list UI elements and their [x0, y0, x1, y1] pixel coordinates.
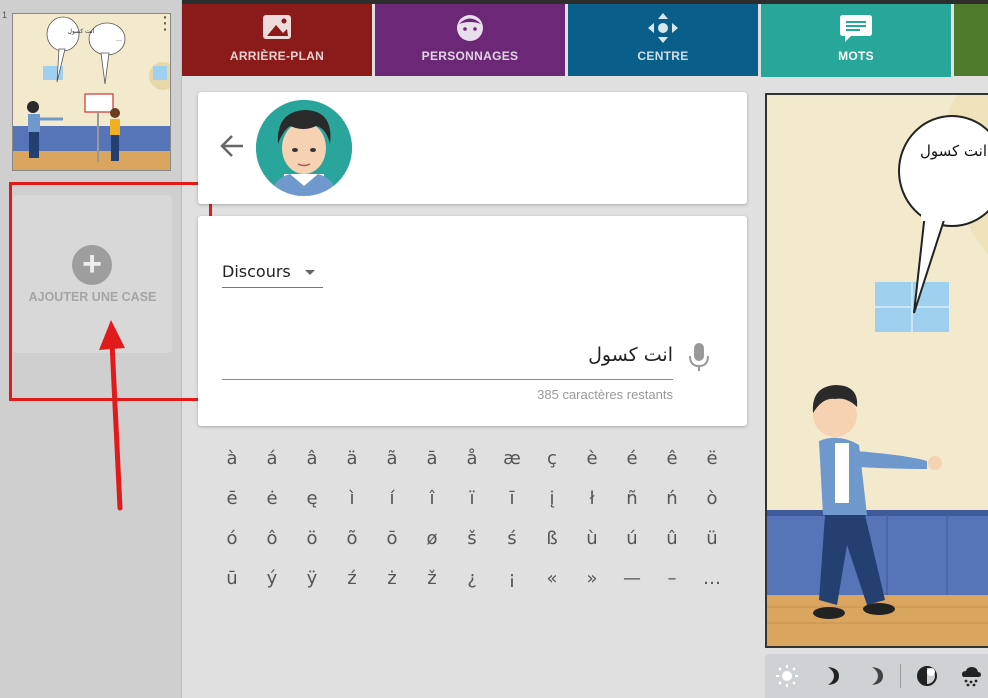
- tab-background[interactable]: ARRIÈRE-PLAN: [182, 4, 372, 76]
- speech-type-dropdown[interactable]: Discours: [222, 262, 323, 288]
- special-char-key[interactable]: ý: [252, 567, 292, 591]
- special-char-key[interactable]: ø: [412, 527, 452, 551]
- sun-icon[interactable]: [775, 664, 799, 688]
- caret-down-icon: [305, 270, 315, 275]
- special-char-key[interactable]: ï: [452, 487, 492, 511]
- tab-characters[interactable]: PERSONNAGES: [375, 4, 565, 76]
- tab-words-label: MOTS: [838, 49, 874, 63]
- special-char-key[interactable]: ś: [492, 527, 532, 551]
- panel-number: 1: [2, 10, 8, 20]
- character-card: [198, 92, 747, 204]
- thumbnail-scene: [13, 14, 170, 170]
- special-char-key[interactable]: ç: [532, 447, 572, 471]
- special-char-key[interactable]: ñ: [612, 487, 652, 511]
- special-char-key[interactable]: į: [532, 487, 572, 511]
- characters-remaining: 385 caractères restants: [537, 387, 673, 402]
- speech-text-input[interactable]: انت كسول: [222, 340, 673, 380]
- special-char-key[interactable]: ē: [212, 487, 252, 511]
- special-char-key[interactable]: ū: [212, 567, 252, 591]
- comic-speech-text[interactable]: انت كسول: [917, 139, 987, 163]
- comic-panel-canvas[interactable]: انت كسول: [765, 93, 988, 648]
- special-char-key[interactable]: ì: [332, 487, 372, 511]
- character-face: [256, 100, 352, 196]
- special-char-key[interactable]: â: [292, 447, 332, 471]
- special-char-key[interactable]: ü: [692, 527, 732, 551]
- special-char-key[interactable]: ō: [372, 527, 412, 551]
- character-avatar[interactable]: [256, 100, 352, 196]
- special-characters-grid: àáâäãāåæçèéêë ēėęìíîïīįłñńò óôöõōøšśßùúûü ū…: [212, 447, 732, 597]
- speech-type-value: Discours: [222, 262, 291, 281]
- special-char-key[interactable]: ú: [612, 527, 652, 551]
- microphone-icon[interactable]: [687, 342, 711, 372]
- special-char-key[interactable]: ¿: [452, 567, 492, 591]
- comic-filter-toolbar: [765, 654, 988, 698]
- special-char-key[interactable]: å: [452, 447, 492, 471]
- special-char-key[interactable]: ë: [692, 447, 732, 471]
- tab-center[interactable]: CENTRE: [568, 4, 758, 76]
- special-char-key[interactable]: û: [652, 527, 692, 551]
- special-char-key[interactable]: –: [652, 567, 692, 591]
- special-char-key[interactable]: ô: [252, 527, 292, 551]
- tab-characters-label: PERSONNAGES: [421, 49, 519, 63]
- toolbar-divider: [900, 664, 901, 688]
- contrast-icon[interactable]: [915, 664, 939, 688]
- special-char-key[interactable]: ł: [572, 487, 612, 511]
- special-char-key[interactable]: è: [572, 447, 612, 471]
- special-char-key[interactable]: «: [532, 567, 572, 591]
- special-char-key[interactable]: ÿ: [292, 567, 332, 591]
- special-char-key[interactable]: ê: [652, 447, 692, 471]
- moon-outline-icon[interactable]: [863, 664, 887, 688]
- special-char-key[interactable]: ò: [692, 487, 732, 511]
- tab-center-label: CENTRE: [637, 49, 689, 63]
- special-char-key[interactable]: ź: [332, 567, 372, 591]
- special-char-key[interactable]: î: [412, 487, 452, 511]
- weather-icon[interactable]: [959, 664, 983, 688]
- special-char-key[interactable]: »: [572, 567, 612, 591]
- special-char-key[interactable]: ö: [292, 527, 332, 551]
- special-char-key[interactable]: —: [612, 567, 652, 591]
- special-char-key[interactable]: š: [452, 527, 492, 551]
- special-char-key[interactable]: ā: [412, 447, 452, 471]
- moon-icon[interactable]: [819, 664, 843, 688]
- special-char-key[interactable]: ä: [332, 447, 372, 471]
- thumb-speech-text-1: انت كسول: [67, 28, 95, 35]
- tab-background-label: ARRIÈRE-PLAN: [229, 49, 325, 63]
- move-arrows-icon: [648, 13, 678, 43]
- thumb-speech-text-2: ...: [116, 36, 122, 43]
- special-char-key[interactable]: ń: [652, 487, 692, 511]
- special-char-key[interactable]: ß: [532, 527, 572, 551]
- special-char-key[interactable]: õ: [332, 527, 372, 551]
- more-vertical-icon[interactable]: ⋮: [156, 14, 170, 32]
- tab-words[interactable]: MOTS: [761, 4, 951, 77]
- text-editor-card: Discours انت كسول 385 caractères restant…: [198, 216, 747, 426]
- special-char-key[interactable]: í: [372, 487, 412, 511]
- annotation-arrow-icon: [99, 320, 125, 511]
- special-char-key[interactable]: á: [252, 447, 292, 471]
- tab-more[interactable]: [954, 4, 988, 76]
- special-char-key[interactable]: ę: [292, 487, 332, 511]
- special-char-key[interactable]: ż: [372, 567, 412, 591]
- special-char-key[interactable]: ž: [412, 567, 452, 591]
- special-char-key[interactable]: …: [692, 567, 732, 591]
- special-char-key[interactable]: à: [212, 447, 252, 471]
- special-char-key[interactable]: ù: [572, 527, 612, 551]
- special-char-key[interactable]: ė: [252, 487, 292, 511]
- special-char-key[interactable]: ã: [372, 447, 412, 471]
- speech-bubble-icon: [840, 15, 872, 42]
- special-char-key[interactable]: ī: [492, 487, 532, 511]
- special-char-key[interactable]: é: [612, 447, 652, 471]
- face-icon: [457, 15, 483, 41]
- special-char-key[interactable]: æ: [492, 447, 532, 471]
- panel-thumbnail[interactable]: انت كسول ... ⋮: [12, 13, 171, 171]
- special-char-key[interactable]: ¡: [492, 567, 532, 591]
- comic-scene: [767, 95, 988, 646]
- back-arrow-icon[interactable]: [218, 132, 246, 160]
- image-icon: [263, 15, 291, 39]
- special-char-key[interactable]: ó: [212, 527, 252, 551]
